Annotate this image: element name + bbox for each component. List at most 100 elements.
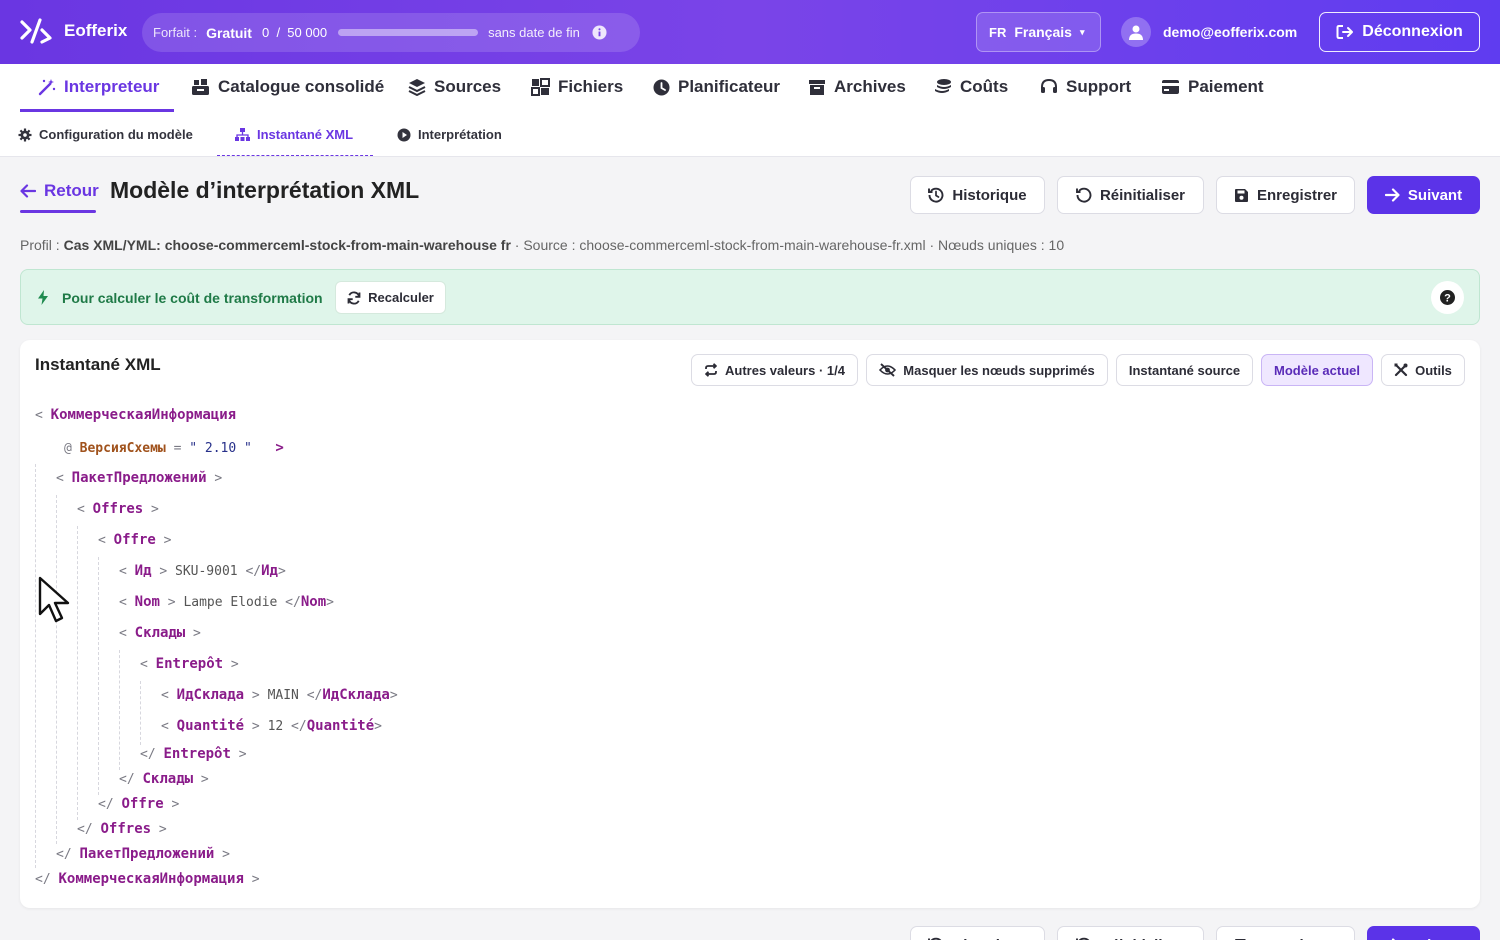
xml-attribute[interactable]: @ ВерсияСхемы = " 2.10 " > xyxy=(64,440,284,456)
history-button[interactable]: Historique xyxy=(910,176,1045,214)
save-label: Enregistrer xyxy=(1256,186,1338,204)
undo-icon xyxy=(1076,187,1092,203)
xml-node-warehouse-close[interactable]: </ Entrepôt > xyxy=(140,746,247,762)
next-button[interactable]: Suivant xyxy=(1367,176,1480,214)
tab-interpretation[interactable]: Interprétation xyxy=(397,127,502,142)
save-button[interactable]: Enregistrer xyxy=(1216,176,1355,214)
reset-button-bottom[interactable]: Réinitialiser xyxy=(1057,926,1204,940)
logout-button[interactable]: Déconnexion xyxy=(1319,12,1480,52)
nav-item-archives[interactable]: Archives xyxy=(808,77,906,97)
logo-icon xyxy=(20,18,52,44)
back-underline xyxy=(20,210,96,213)
card-icon xyxy=(1161,79,1180,95)
next-button-bottom[interactable]: Suivant xyxy=(1367,926,1480,940)
avatar xyxy=(1121,17,1151,47)
xml-node-root-close[interactable]: </ КоммерческаяИнформация > xyxy=(35,871,260,887)
xml-node-offres-close[interactable]: </ Offres > xyxy=(77,821,167,837)
nav-item-planificateur[interactable]: Planificateur xyxy=(653,77,780,97)
xml-attr-value: 2.10 xyxy=(204,441,237,456)
gear-icon xyxy=(18,128,32,142)
arrow-right-icon xyxy=(1384,188,1400,202)
indent-guide xyxy=(119,650,120,770)
archive-icon xyxy=(808,79,826,96)
xml-node-offre-open[interactable]: < Offre > xyxy=(98,532,171,548)
save-button-bottom[interactable]: Enregistrer xyxy=(1216,926,1355,940)
xml-tag: Ид xyxy=(134,563,152,579)
xml-node-warehouses-open[interactable]: < Склады > xyxy=(119,625,201,641)
xml-node-offres-open[interactable]: < Offres > xyxy=(77,501,159,517)
chevron-down-icon: ▾ xyxy=(1079,26,1085,37)
xml-tag: ПакетПредложений xyxy=(79,846,215,862)
history-label: Historique xyxy=(952,937,1026,940)
back-link[interactable]: Retour xyxy=(20,181,99,201)
xml-node-warehouse-id[interactable]: < ИдСклада > MAIN </ИдСклада> xyxy=(161,687,398,703)
xml-value: 12 xyxy=(267,719,284,734)
plan-used: 0 xyxy=(261,25,270,40)
xml-tag: Quantité xyxy=(176,718,245,734)
xml-snapshot-card: Instantané XML Autres valeurs · 1/4 Masq… xyxy=(20,340,1480,908)
next-label: Suivant xyxy=(1407,186,1463,204)
nav-label: Archives xyxy=(834,77,906,96)
next-label: Suivant xyxy=(1408,937,1462,940)
plan-progress-bar xyxy=(338,29,479,36)
recalculate-button[interactable]: Recalculer xyxy=(335,281,446,314)
xml-value: MAIN xyxy=(267,688,299,703)
plan-usage: Forfait : Gratuit 0 / 50 000 sans date d… xyxy=(142,13,640,52)
nodes-label: · Nœuds uniques : xyxy=(929,237,1045,253)
hierarchy-icon xyxy=(235,128,250,141)
nav-item-support[interactable]: Support xyxy=(1040,77,1131,97)
nodes-value: 10 xyxy=(1048,237,1065,253)
nav-item-sources[interactable]: Sources xyxy=(408,77,501,97)
xml-node-package-close[interactable]: </ ПакетПредложений > xyxy=(56,846,230,862)
nav-item-catalogue[interactable]: Catalogue consolidé xyxy=(191,77,384,97)
xml-node-package-open[interactable]: < ПакетПредложений > xyxy=(56,470,222,486)
plan-label: Forfait : xyxy=(153,25,198,40)
profile-value: Cas XML/YML: choose-commerceml-stock-fro… xyxy=(63,237,511,253)
arrow-left-icon xyxy=(20,184,36,198)
app-logo[interactable]: Eofferix xyxy=(20,18,127,44)
info-icon[interactable] xyxy=(592,25,607,40)
history-label: Historique xyxy=(952,186,1027,204)
history-button-bottom[interactable]: Historique xyxy=(910,926,1045,940)
user-menu[interactable]: demo@eofferix.com xyxy=(1121,17,1297,47)
xml-tag: Offre xyxy=(113,532,156,548)
plan-limit: 50 000 xyxy=(287,25,328,40)
xml-node-warehouse-open[interactable]: < Entrepôt > xyxy=(140,656,239,672)
nav-item-fichiers[interactable]: Fichiers xyxy=(531,77,623,97)
play-icon xyxy=(397,128,411,142)
xml-value: Lampe Elodie xyxy=(183,595,278,610)
help-button[interactable]: ? xyxy=(1431,281,1464,314)
save-label: Enregistrer xyxy=(1257,937,1337,940)
sub-nav: Configuration du modèle Instantané XML I… xyxy=(0,112,1500,157)
nav-item-interpreteur[interactable]: Interpreteur xyxy=(38,77,159,97)
tab-label: Instantané XML xyxy=(257,127,354,142)
language-select[interactable]: FR Français ▾ xyxy=(976,12,1101,52)
source-value: choose-commerceml-stock-from-main-wareho… xyxy=(579,237,926,253)
app-name: Eofferix xyxy=(64,21,128,40)
xml-node-nom[interactable]: < Nom > Lampe Elodie </Nom> xyxy=(119,594,334,610)
xml-node-warehouses-close[interactable]: </ Склады > xyxy=(119,771,209,787)
top-bar: Eofferix Forfait : Gratuit 0 / 50 000 sa… xyxy=(0,0,1500,64)
xml-node-id[interactable]: < Ид > SKU-9001 </Ид> xyxy=(119,563,286,579)
source-label: · Source : xyxy=(514,237,576,253)
profile-meta: Profil : Cas XML/YML: choose-commerceml-… xyxy=(20,237,1064,253)
tab-instantane-xml[interactable]: Instantané XML xyxy=(235,127,353,142)
tab-configuration[interactable]: Configuration du modèle xyxy=(18,127,193,142)
clock-icon xyxy=(653,79,670,96)
logout-icon xyxy=(1336,24,1354,40)
xml-node-offre-close[interactable]: </ Offre > xyxy=(98,796,179,812)
reset-button[interactable]: Réinitialiser xyxy=(1057,176,1204,214)
xml-node-root-open[interactable]: < КоммерческаяИнформация xyxy=(35,407,236,423)
nav-label: Coûts xyxy=(960,77,1009,96)
xml-tag: Склады xyxy=(142,771,194,787)
alert-text: Pour calculer le coût de transformation xyxy=(62,290,323,306)
xml-node-quantity[interactable]: < Quantité > 12 </Quantité> xyxy=(161,718,382,734)
language-label: Français xyxy=(1014,24,1072,40)
nav-item-couts[interactable]: Coûts xyxy=(934,77,1008,97)
catalog-icon xyxy=(191,78,210,96)
xml-tag: Nom xyxy=(134,594,160,610)
nav-item-paiement[interactable]: Paiement xyxy=(1161,77,1264,97)
xml-tag: Склады xyxy=(134,625,186,641)
bolt-icon xyxy=(37,290,49,305)
question-icon: ? xyxy=(1440,290,1455,305)
